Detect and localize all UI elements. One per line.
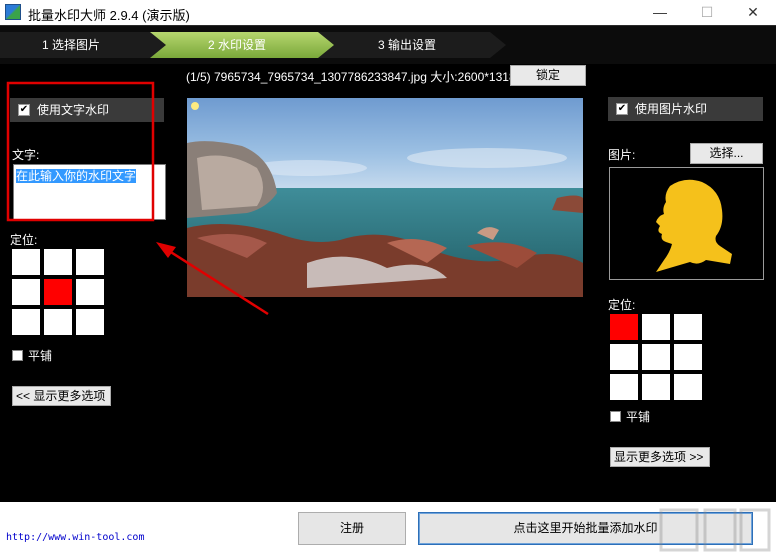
image-position-label: 定位: <box>608 298 636 312</box>
preview-photo <box>187 98 583 297</box>
main-panel: (1/5) 7965734_7965734_1307786233847.jpg … <box>0 64 776 502</box>
text-pos-center[interactable] <box>44 279 72 305</box>
window-title: 批量水印大师 2.9.4 (演示版) <box>28 8 190 23</box>
image-tile-toggle[interactable]: 平铺 <box>610 408 650 425</box>
image-watermark-checkbox[interactable]: ✔ <box>616 103 628 115</box>
lock-button[interactable]: 锁定 <box>510 65 586 86</box>
close-button[interactable]: ✕ <box>730 0 776 25</box>
site-watermark-logo <box>659 508 771 552</box>
text-pos-bottom-center[interactable] <box>44 309 72 335</box>
image-pos-top-left[interactable] <box>610 314 638 340</box>
select-image-button[interactable]: 选择... <box>690 143 763 164</box>
image-watermark-label: 使用图片水印 <box>635 102 708 116</box>
image-pos-middle-left[interactable] <box>610 344 638 370</box>
silhouette-head-icon <box>656 179 732 272</box>
show-more-options-button[interactable]: << 显示更多选项 <box>12 386 111 406</box>
image-pos-bottom-center[interactable] <box>642 374 670 400</box>
image-pos-bottom-left[interactable] <box>610 374 638 400</box>
minimize-button[interactable]: — <box>637 0 683 25</box>
preview-watermark-marker <box>191 102 199 110</box>
title-bar: 批量水印大师 2.9.4 (演示版) — ☐ ✕ <box>0 0 776 25</box>
image-watermark-toggle[interactable]: ✔ 使用图片水印 <box>608 97 763 121</box>
step-watermark-settings[interactable]: 2 水印设置 <box>150 32 334 58</box>
file-info: (1/5) 7965734_7965734_1307786233847.jpg … <box>186 70 516 84</box>
text-pos-bottom-left[interactable] <box>12 309 40 335</box>
website-link[interactable]: http://www.win-tool.com <box>6 532 144 543</box>
text-tile-checkbox[interactable] <box>12 350 23 361</box>
text-watermark-toggle[interactable]: ✔ 使用文字水印 <box>10 98 164 122</box>
image-pos-bottom-right[interactable] <box>674 374 702 400</box>
image-tile-label: 平铺 <box>626 410 651 424</box>
text-pos-middle-right[interactable] <box>76 279 104 305</box>
image-pos-top-right[interactable] <box>674 314 702 340</box>
bottom-bar: http://www.win-tool.com 注册 点击这里开始批量添加水印 <box>0 502 776 558</box>
text-position-grid <box>12 249 104 335</box>
text-pos-top-left[interactable] <box>12 249 40 275</box>
step-bar: 1 选择图片 3 输出设置 2 水印设置 <box>0 25 776 64</box>
step-output-settings[interactable]: 3 输出设置 <box>316 32 506 58</box>
step-select-images[interactable]: 1 选择图片 <box>0 32 170 58</box>
image-pos-middle-right[interactable] <box>674 344 702 370</box>
watermark-text-value: 在此输入你的水印文字 <box>16 169 137 183</box>
app-icon <box>5 4 21 20</box>
text-watermark-label: 使用文字水印 <box>37 103 110 117</box>
image-label: 图片: <box>608 148 636 162</box>
text-position-label: 定位: <box>10 233 38 247</box>
image-pos-top-center[interactable] <box>642 314 670 340</box>
register-button[interactable]: 注册 <box>298 512 406 545</box>
text-watermark-checkbox[interactable]: ✔ <box>18 104 30 116</box>
text-label: 文字: <box>12 148 40 162</box>
watermark-image-preview <box>609 167 764 280</box>
watermark-text-input[interactable]: 在此输入你的水印文字 <box>13 164 166 220</box>
text-pos-middle-left[interactable] <box>12 279 40 305</box>
text-tile-label: 平铺 <box>28 349 53 363</box>
image-pos-center[interactable] <box>642 344 670 370</box>
image-preview <box>187 98 583 297</box>
image-tile-checkbox[interactable] <box>610 411 621 422</box>
text-pos-bottom-right[interactable] <box>76 309 104 335</box>
maximize-button[interactable]: ☐ <box>684 0 730 25</box>
image-position-grid <box>610 314 702 400</box>
text-pos-top-center[interactable] <box>44 249 72 275</box>
text-tile-toggle[interactable]: 平铺 <box>12 347 52 364</box>
image-show-more-options-button[interactable]: 显示更多选项 >> <box>610 447 710 467</box>
text-pos-top-right[interactable] <box>76 249 104 275</box>
